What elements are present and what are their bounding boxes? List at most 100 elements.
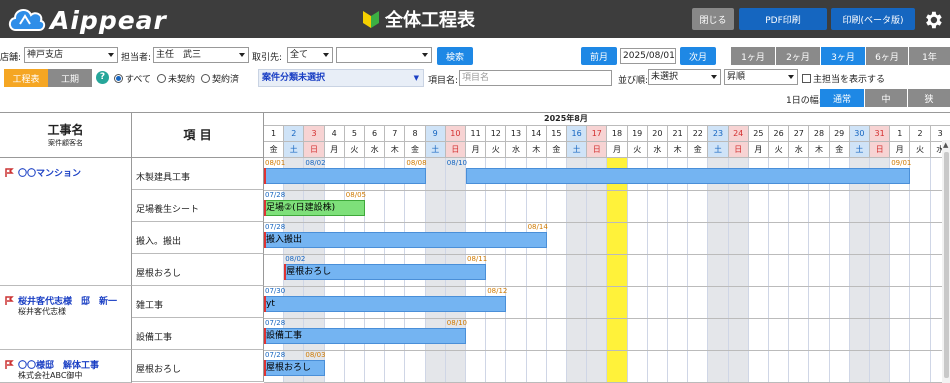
day-number: 12 — [486, 126, 507, 142]
date-tag: 08/11 — [467, 255, 488, 263]
close-button[interactable]: 閉じる — [692, 8, 734, 30]
page-title: 全体工程表 — [360, 6, 475, 32]
radio-uncontracted[interactable]: 未契約 — [157, 72, 195, 85]
month-label: 2025年8月 — [544, 114, 588, 123]
project-header-sub: 案件顧客名 — [48, 139, 83, 147]
next-month-button[interactable]: 次月 — [680, 47, 716, 65]
start-marker — [264, 232, 266, 248]
order-select[interactable]: 昇順 — [724, 69, 798, 85]
gantt-flag-icon[interactable] — [5, 296, 15, 306]
day-number: 6 — [365, 126, 386, 142]
scroll-up-icon[interactable]: ▲ — [943, 141, 948, 149]
day-weekday: 水 — [365, 142, 386, 158]
date-tag: 08/12 — [487, 287, 508, 295]
range-1y-button[interactable]: 1年 — [909, 47, 950, 65]
scroll-thumb[interactable] — [944, 152, 949, 378]
schedule-bar[interactable]: 足場②(日建設株) — [264, 200, 365, 216]
day-number: 5 — [344, 126, 365, 142]
width-normal-button[interactable]: 通常 — [820, 89, 864, 107]
day-weekday: 木 — [526, 142, 547, 158]
day-weekday: 日 — [728, 142, 749, 158]
day-weekday: 水 — [789, 142, 810, 158]
width-narrow-button[interactable]: 狭 — [908, 89, 950, 107]
day-weekday: 土 — [849, 142, 870, 158]
schedule-bar[interactable]: yt — [264, 296, 507, 312]
day-number: 21 — [668, 126, 689, 142]
item-name-input[interactable]: 項目名 — [459, 70, 612, 86]
radio-all[interactable]: すべて — [114, 72, 151, 85]
item-name-label: 項目名: — [428, 76, 459, 86]
day-number: 14 — [526, 126, 547, 142]
date-tag: 08/01 — [265, 159, 286, 167]
store-label: 店舗: — [0, 53, 22, 63]
app-logo[interactable]: Aippear — [6, 4, 167, 35]
range-1m-button[interactable]: 1ヶ月 — [731, 47, 775, 65]
search-button[interactable]: 検索 — [437, 47, 473, 65]
checkbox-icon — [802, 74, 811, 83]
schedule-bar[interactable] — [466, 168, 911, 184]
radio-contracted-label: 契約済 — [212, 75, 240, 85]
radio-contracted[interactable]: 契約済 — [201, 72, 239, 85]
category-select-value: 案件分類未選択 — [262, 73, 326, 83]
day-weekday: 月 — [748, 142, 769, 158]
client-detail-select[interactable] — [336, 47, 432, 63]
logo-text: Aippear — [50, 6, 167, 35]
store-select[interactable]: 神戸支店 — [24, 47, 118, 63]
help-icon[interactable]: ? — [96, 71, 109, 84]
beginner-leaf-icon — [363, 11, 379, 28]
day-weekday: 水 — [647, 142, 668, 158]
show-sub-checkbox[interactable]: 主担当を表示する — [802, 72, 885, 85]
start-marker — [264, 168, 266, 184]
row-divider — [264, 190, 950, 191]
day-number: 30 — [849, 126, 870, 142]
day-number: 1 — [264, 126, 285, 142]
sort-label: 並び順: — [618, 76, 649, 86]
category-select[interactable]: 案件分類未選択 ▼ — [258, 69, 424, 87]
cloud-logo-icon — [8, 9, 46, 31]
range-2m-button[interactable]: 2ヶ月 — [776, 47, 820, 65]
day-number: 11 — [466, 126, 487, 142]
radio-off-icon — [201, 74, 210, 83]
schedule-bar[interactable] — [264, 168, 426, 184]
date-tag: 09/01 — [891, 159, 912, 167]
day-weekday: 日 — [445, 142, 466, 158]
start-marker — [264, 296, 266, 312]
tab-period[interactable]: 工期 — [48, 69, 92, 87]
item-header-text: 項 目 — [183, 128, 212, 142]
staff-label: 担当者: — [121, 53, 152, 63]
range-3m-button[interactable]: 3ヶ月 — [821, 47, 865, 65]
project-header-text: 工事名 — [47, 123, 84, 137]
day-weekday: 火 — [486, 142, 507, 158]
day-weekday: 火 — [910, 142, 931, 158]
date-input[interactable]: 2025/08/01 — [620, 48, 676, 64]
schedule-bar[interactable]: 搬入搬出 — [264, 232, 547, 248]
project-name[interactable]: 〇〇マンション — [18, 166, 81, 179]
schedule-bar[interactable]: 設備工事 — [264, 328, 466, 344]
day-number: 8 — [405, 126, 426, 142]
schedule-bar[interactable]: 屋根おろし — [264, 360, 325, 376]
print-beta-button[interactable]: 印刷(ベータ版) — [831, 8, 915, 30]
width-medium-button[interactable]: 中 — [865, 89, 907, 107]
sort-select[interactable]: 未選択 — [648, 69, 721, 85]
project-client: 桜井客代志様 — [18, 307, 66, 316]
client-select[interactable]: 全て — [287, 47, 333, 63]
staff-select[interactable]: 主任 武三 — [153, 47, 249, 63]
range-6m-button[interactable]: 6ヶ月 — [866, 47, 908, 65]
item-name: 搬入。搬出 — [136, 237, 182, 247]
project-column-header: 工事名 案件顧客名 — [0, 112, 132, 158]
schedule-bar[interactable]: 屋根おろし — [284, 264, 487, 280]
day-number: 20 — [647, 126, 668, 142]
gear-icon[interactable] — [922, 9, 944, 31]
date-tag: 08/02 — [285, 255, 306, 263]
day-number: 19 — [627, 126, 648, 142]
prev-month-button[interactable]: 前月 — [581, 47, 617, 65]
pdf-print-button[interactable]: PDF印刷 — [739, 8, 827, 30]
date-tag: 07/30 — [265, 287, 286, 295]
day-weekday: 金 — [546, 142, 567, 158]
day-number: 23 — [708, 126, 729, 142]
item-name: 木製建具工事 — [136, 173, 191, 183]
tab-schedule[interactable]: 工程表 — [4, 69, 48, 87]
gantt-flag-icon[interactable] — [5, 168, 15, 178]
gantt-flag-icon[interactable] — [5, 360, 15, 370]
row-divider — [264, 350, 950, 351]
